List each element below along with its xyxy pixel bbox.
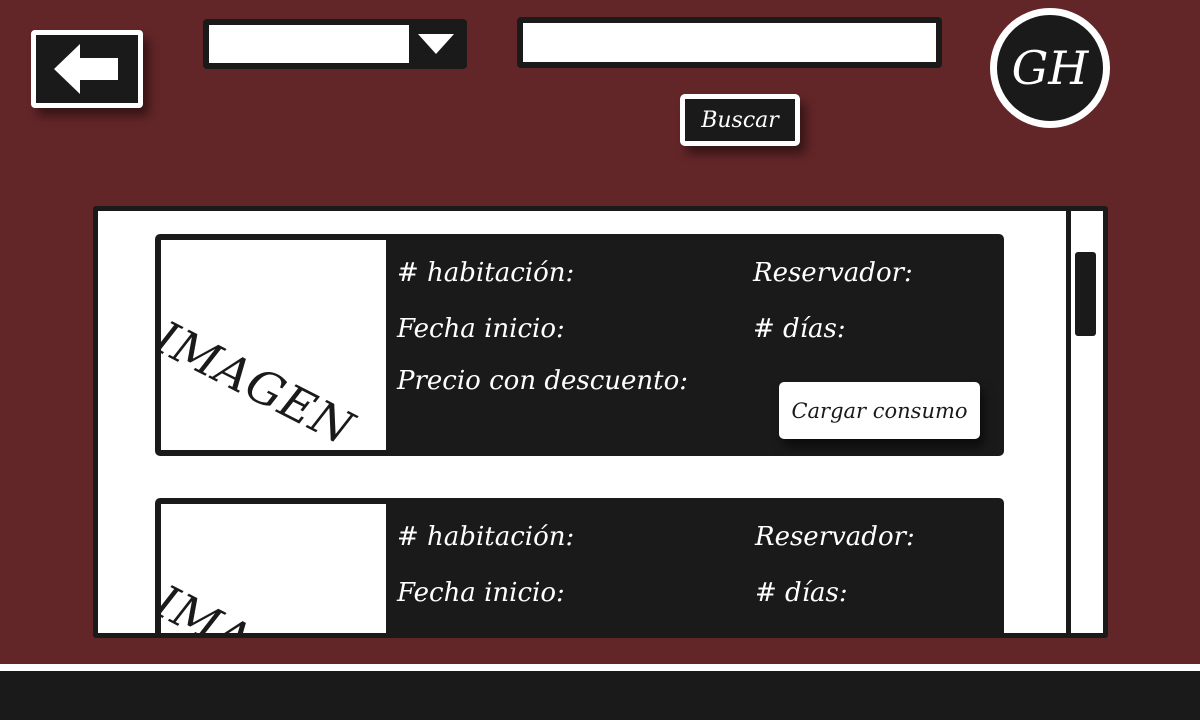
days-label: # días: <box>755 578 848 608</box>
filter-selected-value[interactable] <box>209 25 409 63</box>
discount-price-label: Precio con descuento: <box>397 366 689 396</box>
image-placeholder-label: IMAGEN <box>161 310 363 450</box>
scrollbar[interactable] <box>1066 211 1103 633</box>
start-date-label: Fecha inicio: <box>397 314 565 344</box>
scrollbar-thumb[interactable] <box>1075 252 1096 336</box>
reserver-label: Reservador: <box>753 258 913 288</box>
back-button[interactable] <box>31 30 143 108</box>
caret-down-icon[interactable] <box>409 34 462 54</box>
search-button[interactable]: Buscar <box>680 94 800 146</box>
room-image-placeholder: IMAGEN <box>161 240 386 450</box>
room-image-placeholder: IMAGEN <box>161 504 386 633</box>
logo: GH <box>990 8 1110 128</box>
footer-bar <box>0 671 1200 720</box>
search-input[interactable] <box>517 17 942 68</box>
logo-monogram: GH <box>1012 41 1090 95</box>
reservation-list[interactable]: IMAGEN # habitación: Reservador: Fecha i… <box>93 206 1108 638</box>
reservation-card: IMAGEN # habitación: Reservador: Fecha i… <box>155 498 1004 633</box>
start-date-label: Fecha inicio: <box>397 578 565 608</box>
logo-text: GH <box>1012 41 1090 95</box>
load-consumption-button[interactable]: Cargar consumo <box>779 382 980 439</box>
room-number-label: # habitación: <box>397 522 575 552</box>
room-number-label: # habitación: <box>397 258 575 288</box>
reservation-card: IMAGEN # habitación: Reservador: Fecha i… <box>155 234 1004 456</box>
reserver-label: Reservador: <box>755 522 915 552</box>
days-label: # días: <box>753 314 846 344</box>
footer-divider <box>0 664 1200 671</box>
image-placeholder-label: IMAGEN <box>161 574 367 633</box>
filter-dropdown[interactable] <box>203 19 467 69</box>
arrow-left-icon <box>54 44 118 94</box>
